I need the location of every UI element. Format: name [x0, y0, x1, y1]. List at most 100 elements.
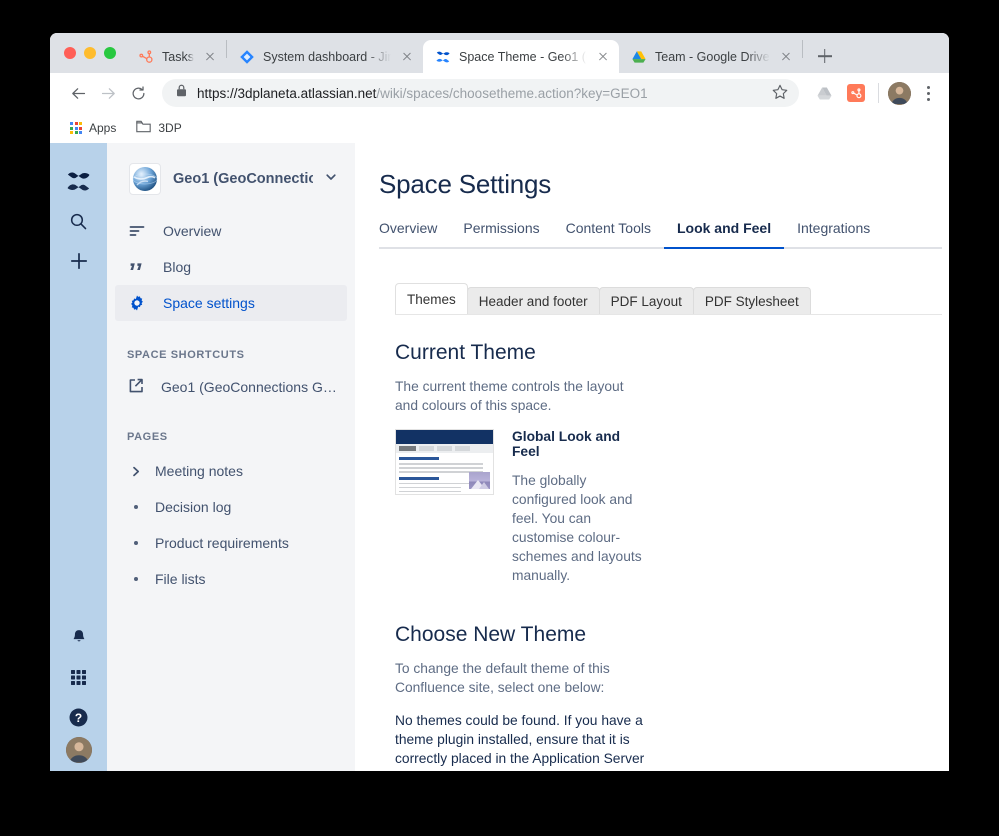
close-icon[interactable] [778, 49, 794, 65]
bullet-dot-icon [131, 505, 141, 509]
browser-tab-strip: Tasks System dashboard - Jira Space Them… [50, 33, 949, 73]
new-tab-button[interactable] [811, 42, 839, 70]
close-icon[interactable] [595, 49, 611, 65]
browser-tab-space-theme[interactable]: Space Theme - Geo1 (Ge [423, 40, 619, 73]
minimize-window-button[interactable] [84, 47, 96, 59]
lock-icon [176, 84, 187, 102]
svg-text:?: ? [75, 710, 82, 724]
sidebar-page-product-requirements[interactable]: Product requirements [115, 525, 347, 561]
page-content: ? Geo1 (GeoConnectio Overview Blog Space… [50, 143, 949, 771]
extension-google-drive[interactable] [811, 80, 837, 106]
sidebar-item-space-settings[interactable]: Space settings [115, 285, 347, 321]
tab-permissions[interactable]: Permissions [450, 220, 552, 247]
maximize-window-button[interactable] [104, 47, 116, 59]
back-button[interactable] [64, 79, 92, 107]
hubspot-icon [847, 84, 865, 102]
tab-look-and-feel[interactable]: Look and Feel [663, 220, 785, 249]
bullet-dot-icon [131, 577, 141, 581]
hubspot-icon [138, 49, 154, 65]
app-rail: ? [50, 143, 107, 771]
notifications-bell-icon[interactable] [59, 617, 99, 657]
search-icon[interactable] [59, 201, 99, 241]
bookmark-star-icon[interactable] [771, 83, 791, 103]
user-avatar[interactable] [65, 737, 92, 763]
sidebar-item-blog[interactable]: Blog [115, 249, 347, 285]
browser-menu-button[interactable] [917, 85, 939, 101]
bookmark-apps[interactable]: Apps [62, 118, 124, 138]
settings-tab-bar: Overview Permissions Content Tools Look … [379, 220, 942, 249]
sidebar-shortcut-geo1[interactable]: Geo1 (GeoConnections G… [115, 371, 347, 403]
apps-grid-icon [70, 122, 82, 134]
inner-tab-pdf-layout[interactable]: PDF Layout [598, 287, 694, 314]
create-plus-icon[interactable] [59, 241, 99, 281]
forward-button[interactable] [94, 79, 122, 107]
browser-tab-title: Space Theme - Geo1 (Ge [459, 49, 587, 64]
close-icon[interactable] [202, 49, 218, 65]
sidebar-page-file-lists[interactable]: File lists [115, 561, 347, 597]
url-text: https://3dplaneta.atlassian.net/wiki/spa… [197, 85, 648, 101]
sidebar-page-label: Decision log [155, 499, 232, 515]
current-theme-detail: The globally configured look and feel. Y… [512, 473, 642, 583]
inner-tab-header-and-footer[interactable]: Header and footer [466, 287, 600, 314]
sidebar-page-label: File lists [155, 571, 206, 587]
browser-toolbar: https://3dplaneta.atlassian.net/wiki/spa… [50, 73, 949, 113]
jira-icon [239, 49, 255, 65]
browser-tab-tasks[interactable]: Tasks [126, 40, 226, 73]
external-link-icon [127, 377, 145, 398]
browser-tab-title: Tasks [162, 49, 194, 64]
tab-content-tools[interactable]: Content Tools [553, 220, 664, 247]
tab-overview[interactable]: Overview [379, 220, 450, 247]
profile-avatar[interactable] [888, 81, 911, 105]
chevron-right-icon[interactable] [131, 466, 141, 477]
inner-tab-themes[interactable]: Themes [395, 283, 468, 314]
tab-divider [801, 40, 803, 58]
bookmarks-bar: Apps 3DP [50, 113, 949, 143]
app-switcher-icon[interactable] [59, 657, 99, 697]
current-theme-heading: Current Theme [395, 341, 536, 364]
current-theme-info: Global Look and Feel The globally config… [512, 429, 642, 585]
address-bar[interactable]: https://3dplaneta.atlassian.net/wiki/spa… [162, 79, 799, 107]
confluence-logo-icon[interactable] [59, 161, 99, 201]
tab-integrations[interactable]: Integrations [784, 220, 883, 247]
thumb-body [396, 453, 493, 493]
close-icon[interactable] [399, 49, 415, 65]
bookmark-3dp[interactable]: 3DP [128, 117, 189, 139]
sidebar-page-decision-log[interactable]: Decision log [115, 489, 347, 525]
space-nav-list: Overview Blog Space settings [107, 213, 355, 321]
chevron-down-icon[interactable] [325, 170, 337, 188]
bullet-dot-icon [131, 541, 141, 545]
folder-icon [136, 120, 152, 136]
current-theme-description: The current theme controls the layout an… [395, 379, 624, 413]
sidebar-item-overview[interactable]: Overview [115, 213, 347, 249]
look-and-feel-tab-bar: Themes Header and footer PDF Layout PDF … [395, 283, 942, 315]
space-sidebar: Geo1 (GeoConnectio… Overview Blog [107, 143, 355, 771]
inner-tab-pdf-stylesheet[interactable]: PDF Stylesheet [692, 287, 811, 314]
window-controls [58, 33, 126, 73]
no-themes-message: No themes could be found. If you have a … [395, 713, 645, 771]
themes-panel: Current Theme The current theme controls… [379, 341, 939, 771]
browser-tab-jira[interactable]: System dashboard - Jira [227, 40, 423, 73]
thumb-image-placeholder [469, 472, 490, 490]
sidebar-page-meeting-notes[interactable]: Meeting notes [115, 453, 347, 489]
reload-button[interactable] [124, 79, 152, 107]
gear-icon [127, 294, 147, 312]
choose-theme-description: To change the default theme of this Conf… [395, 661, 610, 695]
sidebar-page-label: Meeting notes [155, 463, 243, 479]
pages-heading: PAGES [127, 431, 168, 443]
browser-tab-title: Team - Google Drive [655, 49, 770, 64]
theme-preview-thumbnail [395, 429, 494, 495]
browser-tab-google-drive[interactable]: Team - Google Drive [619, 40, 802, 73]
choose-theme-heading: Choose New Theme [395, 623, 587, 646]
extension-hubspot[interactable] [843, 80, 869, 106]
bookmark-label: Apps [89, 121, 117, 135]
google-drive-icon [631, 49, 647, 65]
help-question-icon[interactable]: ? [59, 697, 99, 737]
main-content: Space Settings Overview Permissions Cont… [355, 143, 949, 771]
browser-tab-title: System dashboard - Jira [263, 49, 391, 64]
confluence-icon [435, 49, 451, 65]
sidebar-page-label: Product requirements [155, 535, 289, 551]
space-switcher[interactable]: Geo1 (GeoConnectio… [115, 159, 347, 199]
overview-lines-icon [127, 222, 147, 240]
close-window-button[interactable] [64, 47, 76, 59]
sidebar-item-label: Blog [163, 259, 192, 275]
